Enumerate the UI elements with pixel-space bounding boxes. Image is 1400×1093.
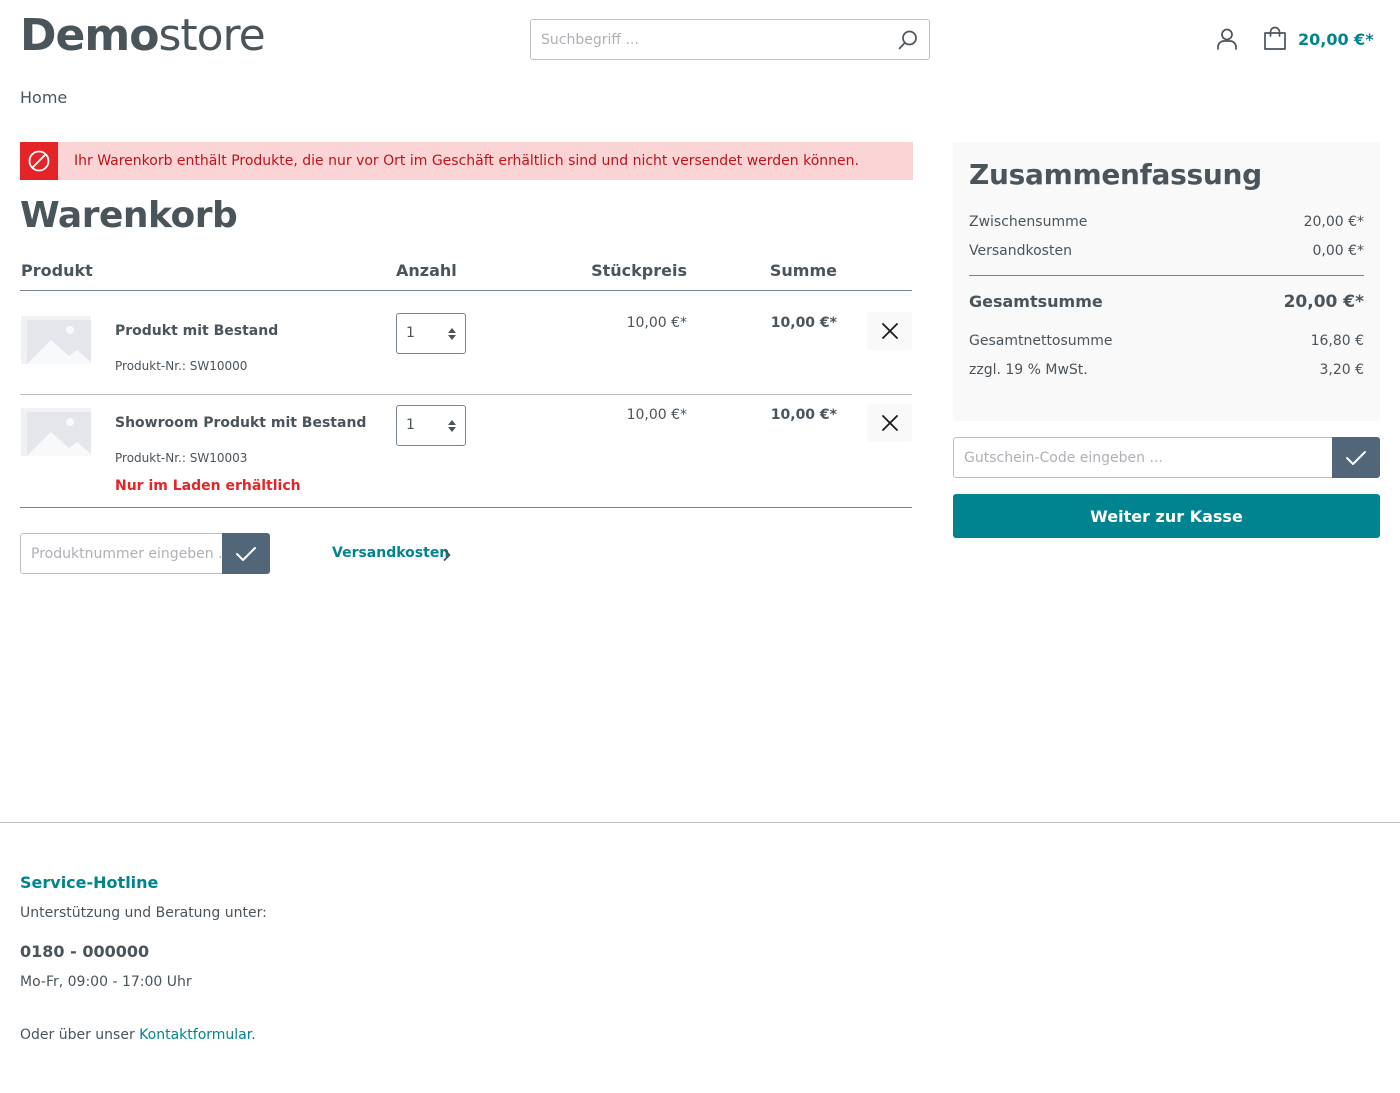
contact-form-link[interactable]: Kontaktformular bbox=[139, 1027, 251, 1043]
net-total-row: Gesamtnettosumme 16,80 € bbox=[969, 333, 1364, 349]
alert-danger: Ihr Warenkorb enthält Produkte, die nur … bbox=[20, 142, 913, 180]
grand-total-value: 20,00 €* bbox=[1283, 292, 1364, 312]
remove-item-button[interactable] bbox=[867, 312, 912, 350]
product-number-input[interactable] bbox=[21, 534, 222, 573]
breadcrumb-home[interactable]: Home bbox=[20, 88, 67, 107]
tax-value: 3,20 € bbox=[1319, 362, 1364, 378]
product-image-placeholder-icon[interactable] bbox=[21, 316, 91, 364]
blocked-icon bbox=[20, 142, 58, 180]
cart-total[interactable]: 20,00 €* bbox=[1298, 30, 1374, 49]
column-header-unit-price: Stückpreis bbox=[591, 261, 687, 280]
checkout-button[interactable]: Weiter zur Kasse bbox=[953, 494, 1380, 538]
subtotal-row: Zwischensumme 20,00 €* bbox=[969, 214, 1364, 230]
shipping-costs-link[interactable]: Versandkosten bbox=[332, 545, 449, 561]
search-box bbox=[530, 19, 930, 60]
table-header-divider bbox=[20, 290, 912, 291]
footer-hotline-subtitle: Unterstützung und Beratung unter: bbox=[20, 905, 267, 921]
quantity-select[interactable]: 1 bbox=[396, 313, 466, 354]
close-icon bbox=[881, 415, 898, 431]
logo[interactable]: Demostore bbox=[20, 14, 266, 58]
order-summary: Zusammenfassung Zwischensumme 20,00 €* V… bbox=[953, 142, 1380, 421]
shipping-value: 0,00 €* bbox=[1312, 243, 1364, 259]
product-number-field bbox=[20, 533, 223, 574]
summary-divider bbox=[969, 275, 1364, 276]
column-header-total: Summe bbox=[769, 261, 837, 280]
table-bottom-divider bbox=[20, 507, 912, 508]
logo-light: store bbox=[158, 10, 265, 61]
store-only-notice: Nur im Laden erhältlich bbox=[115, 478, 301, 494]
tax-label: zzgl. 19 % MwSt. bbox=[969, 362, 1088, 378]
select-arrows-icon bbox=[448, 328, 456, 340]
line-total: 10,00 €* bbox=[770, 315, 837, 331]
footer-contact-prefix: Oder über unser bbox=[20, 1027, 135, 1043]
select-arrows-icon bbox=[448, 420, 456, 432]
footer-hours: Mo-Fr, 09:00 - 17:00 Uhr bbox=[20, 974, 192, 990]
account-icon[interactable] bbox=[1215, 27, 1239, 51]
cart-bag-icon[interactable] bbox=[1262, 26, 1288, 52]
footer-divider bbox=[0, 822, 1400, 823]
add-product-button[interactable] bbox=[222, 533, 270, 574]
quantity-select[interactable]: 1 bbox=[396, 405, 466, 446]
product-name[interactable]: Produkt mit Bestand bbox=[115, 323, 278, 339]
chevron-right-icon[interactable] bbox=[443, 548, 451, 562]
grand-total-label: Gesamtsumme bbox=[969, 292, 1103, 311]
footer-phone[interactable]: 0180 - 000000 bbox=[20, 942, 149, 961]
search-icon[interactable] bbox=[897, 29, 919, 51]
grand-total-row: Gesamtsumme 20,00 €* bbox=[969, 292, 1364, 312]
product-name[interactable]: Showroom Produkt mit Bestand bbox=[115, 415, 366, 431]
quantity-value: 1 bbox=[406, 325, 415, 341]
product-image-placeholder-icon[interactable] bbox=[21, 408, 91, 456]
net-total-label: Gesamtnettosumme bbox=[969, 333, 1113, 349]
page-title: Warenkorb bbox=[20, 195, 238, 236]
voucher-input[interactable] bbox=[954, 438, 1332, 477]
column-header-quantity: Anzahl bbox=[396, 261, 457, 280]
footer-hotline-title: Service-Hotline bbox=[20, 873, 159, 892]
line-total: 10,00 €* bbox=[770, 407, 837, 423]
subtotal-label: Zwischensumme bbox=[969, 214, 1088, 230]
subtotal-value: 20,00 €* bbox=[1303, 214, 1364, 230]
footer-contact: Oder über unser Kontaktformular. bbox=[20, 1027, 256, 1043]
search-input[interactable] bbox=[531, 20, 871, 59]
apply-voucher-button[interactable] bbox=[1332, 437, 1380, 478]
checkmark-icon bbox=[236, 546, 256, 561]
shipping-label: Versandkosten bbox=[969, 243, 1072, 259]
unit-price: 10,00 €* bbox=[626, 407, 687, 423]
unit-price: 10,00 €* bbox=[626, 315, 687, 331]
summary-title: Zusammenfassung bbox=[969, 158, 1262, 191]
row-divider bbox=[20, 394, 912, 395]
net-total-value: 16,80 € bbox=[1310, 333, 1364, 349]
product-number: Produkt-Nr.: SW10003 bbox=[115, 451, 248, 465]
checkmark-icon bbox=[1346, 450, 1366, 465]
shipping-row: Versandkosten 0,00 €* bbox=[969, 243, 1364, 259]
product-number: Produkt-Nr.: SW10000 bbox=[115, 359, 248, 373]
remove-item-button[interactable] bbox=[867, 404, 912, 442]
close-icon bbox=[881, 323, 898, 339]
alert-text: Ihr Warenkorb enthält Produkte, die nur … bbox=[74, 153, 859, 169]
footer-contact-suffix: . bbox=[251, 1027, 256, 1043]
logo-bold: Demo bbox=[20, 10, 159, 61]
quantity-value: 1 bbox=[406, 417, 415, 433]
voucher-field bbox=[953, 437, 1333, 478]
column-header-product: Produkt bbox=[21, 261, 93, 280]
tax-row: zzgl. 19 % MwSt. 3,20 € bbox=[969, 362, 1364, 378]
